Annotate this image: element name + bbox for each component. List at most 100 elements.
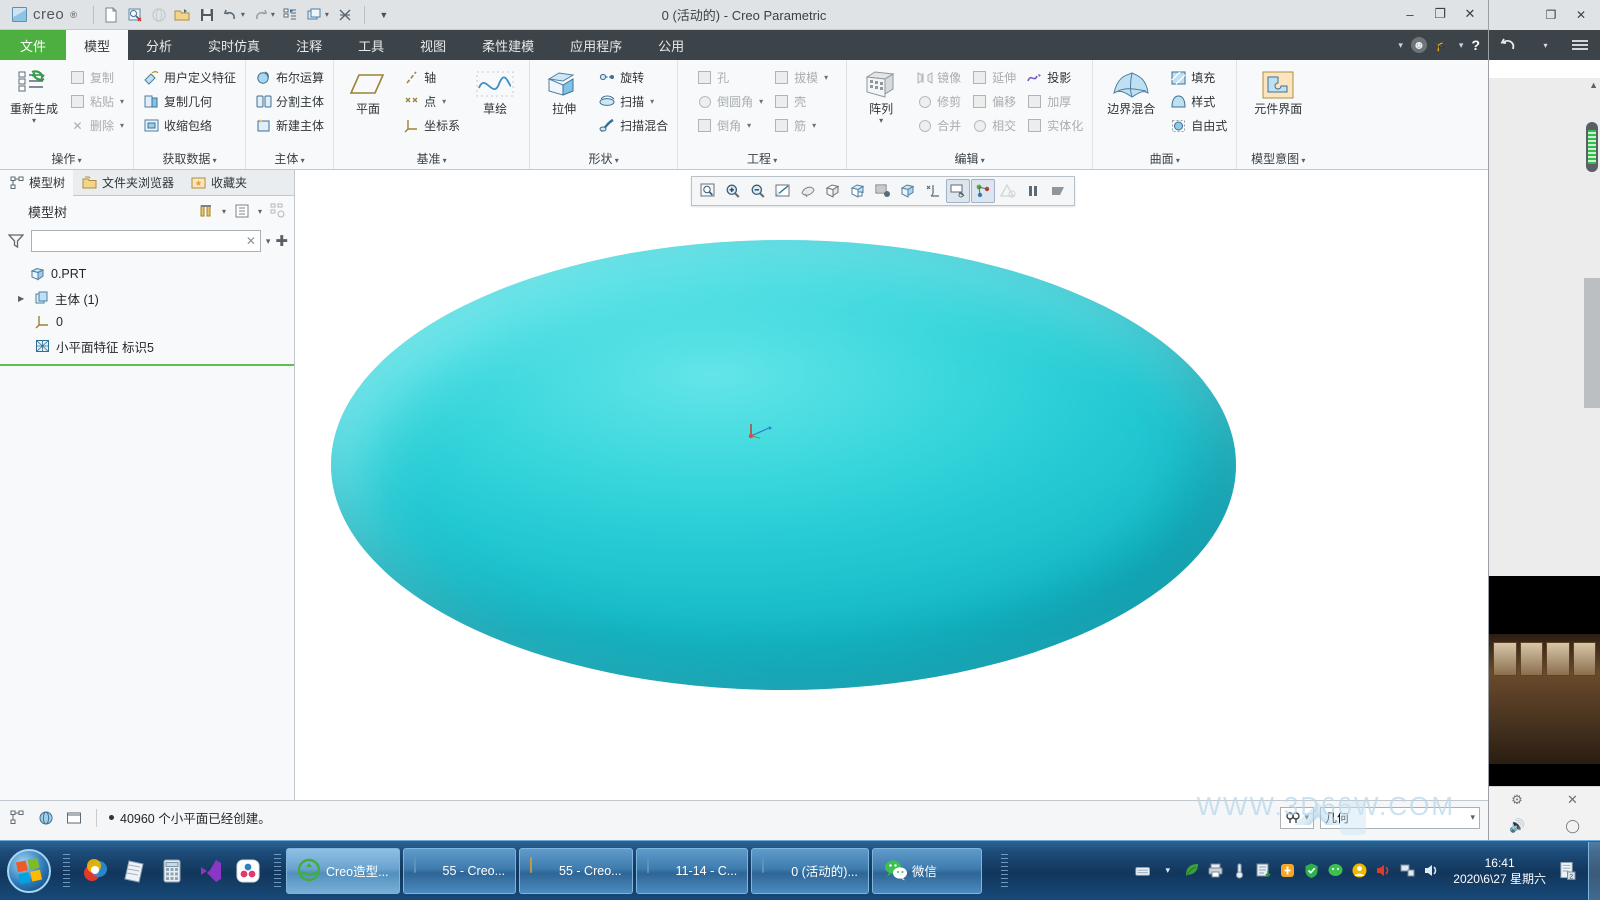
taskbar-grip-1[interactable] <box>63 853 70 888</box>
group-title-model-intent[interactable]: 模型意图 ▾ <box>1242 150 1314 169</box>
tree-item-facet-feature[interactable]: 小平面特征 标识5 <box>0 334 294 358</box>
graduation-icon[interactable]: 🎓 <box>1435 37 1451 53</box>
zoom-window-icon[interactable] <box>696 179 720 203</box>
swept-blend-button[interactable]: 扫描混合 <box>595 114 672 137</box>
circle-icon[interactable]: ◯ <box>1565 818 1580 834</box>
tab-annotate[interactable]: 注释 <box>278 30 340 60</box>
reorient-icon[interactable] <box>796 179 820 203</box>
taskbar-grip-2[interactable] <box>274 853 281 888</box>
ql-media-icon[interactable] <box>79 851 113 891</box>
facet-solid-model[interactable] <box>331 240 1236 690</box>
redo-caret-icon[interactable]: ▾ <box>271 10 275 19</box>
tray-ime-caret-icon[interactable]: ▾ <box>1159 862 1176 879</box>
model-tree-status-icon[interactable] <box>8 808 28 828</box>
tree-item-body[interactable]: ▶ 主体 (1) <box>0 286 294 310</box>
tab-view[interactable]: 视图 <box>402 30 464 60</box>
ql-visual-studio-icon[interactable] <box>193 851 227 891</box>
tab-simulation[interactable]: 实时仿真 <box>190 30 278 60</box>
back-caret-icon[interactable]: ▾ <box>1543 41 1547 50</box>
refit-icon[interactable] <box>771 179 795 203</box>
tray-shield-orange-icon[interactable] <box>1279 862 1296 879</box>
customize-qa-icon[interactable]: ▼ <box>373 4 395 26</box>
pattern-button[interactable]: 阵列 ▾ <box>852 66 910 125</box>
group-title-operations[interactable]: 操作 ▾ <box>5 150 128 169</box>
tree-item-csys[interactable]: 0 <box>0 310 294 334</box>
ql-calculator-icon[interactable] <box>155 851 189 891</box>
tray-thermometer-icon[interactable] <box>1231 862 1248 879</box>
project-button[interactable]: 投影 <box>1022 66 1087 89</box>
freestyle-button[interactable]: 自由式 <box>1166 114 1231 137</box>
window-icon[interactable] <box>304 4 326 26</box>
taskbtn-0-active[interactable]: 0 (活动的)... <box>751 847 869 894</box>
shrinkwrap-button[interactable]: 收缩包络 <box>139 114 240 137</box>
window-status-icon[interactable] <box>64 808 84 828</box>
group-title-shapes[interactable]: 形状 ▾ <box>535 150 672 169</box>
group-title-datum[interactable]: 基准 ▾ <box>339 150 524 169</box>
datum-axis-button[interactable]: 轴 <box>399 66 464 89</box>
add-filter-icon[interactable]: ✚ <box>275 232 288 250</box>
minimize-button[interactable]: – <box>1396 3 1424 25</box>
taskbtn-creo-modeling[interactable]: Creo造型... <box>286 847 400 894</box>
zoom-out-icon[interactable] <box>746 179 770 203</box>
maximize-button[interactable]: ❐ <box>1426 3 1454 25</box>
tab-model[interactable]: 模型 <box>66 30 129 60</box>
zoom-in-icon[interactable] <box>721 179 745 203</box>
tray-wechat-icon[interactable] <box>1327 862 1344 879</box>
graphics-window[interactable] <box>295 170 1488 800</box>
sketch-button[interactable]: 草绘 <box>466 66 524 116</box>
tree-filter-input[interactable] <box>36 234 246 248</box>
display-style-icon[interactable] <box>846 179 870 203</box>
taskbar-clock[interactable]: 16:41 2020\6\27 星期六 <box>1447 855 1552 887</box>
group-title-engineering[interactable]: 工程 ▾ <box>692 150 832 169</box>
geometry-filter-caret-icon[interactable]: ▾ <box>1470 812 1475 823</box>
coordinate-system-button[interactable]: 坐标系 <box>399 114 464 137</box>
filter-dropdown-icon[interactable]: ▾ <box>266 236 271 247</box>
volume-icon[interactable]: 🔊 <box>1509 818 1525 834</box>
window-caret-icon[interactable]: ▾ <box>325 10 329 19</box>
copy-geometry-button[interactable]: 复制几何 <box>139 90 240 113</box>
open-preview-icon[interactable] <box>124 4 146 26</box>
tab-common[interactable]: 公用 <box>640 30 702 60</box>
extrude-button[interactable]: 拉伸 <box>535 66 593 116</box>
regenerate-icon[interactable] <box>280 4 302 26</box>
tree-arrow-body[interactable]: ▶ <box>18 294 28 303</box>
nav-tab-folder-browser[interactable]: 文件夹浏览器 <box>73 170 182 195</box>
gear-icon[interactable]: ⚙ <box>1511 792 1523 808</box>
browser-status-icon[interactable] <box>36 808 56 828</box>
group-title-body[interactable]: 主体 ▾ <box>251 150 328 169</box>
tray-printer-icon[interactable] <box>1207 862 1224 879</box>
tree-item-part[interactable]: 0.PRT <box>0 262 294 286</box>
start-button[interactable] <box>0 842 58 900</box>
sweep-button[interactable]: 扫描 ▾ <box>595 90 672 113</box>
split-body-button[interactable]: 分割主体 <box>251 90 328 113</box>
bg-restore-icon[interactable]: ❐ <box>1538 5 1564 25</box>
taskbtn-55-creo-1[interactable]: 55 - Creo... <box>402 847 517 894</box>
tab-file[interactable]: 文件 <box>0 30 67 60</box>
tray-ime-icon[interactable] <box>1135 862 1152 879</box>
scroll-thumb[interactable] <box>1586 122 1598 172</box>
boolean-button[interactable]: 布尔运算 <box>251 66 328 89</box>
udf-button[interactable]: 用户定义特征 <box>139 66 240 89</box>
tree-filter-icon[interactable] <box>268 201 288 221</box>
tray-leaf-icon[interactable] <box>1183 862 1200 879</box>
taskbtn-11-14[interactable]: 11-14 - C... <box>635 847 749 894</box>
undo-icon[interactable] <box>220 4 242 26</box>
group-title-surfaces[interactable]: 曲面 ▾ <box>1098 150 1231 169</box>
new-body-button[interactable]: 新建主体 <box>251 114 328 137</box>
datum-plane-button[interactable]: 平面 <box>339 66 397 116</box>
nav-tab-favorites[interactable]: 收藏夹 <box>182 170 255 195</box>
pattern-caret-icon[interactable]: ▾ <box>879 116 883 125</box>
ql-atom-icon[interactable] <box>231 851 265 891</box>
tray-notes-icon[interactable]: 2 <box>1559 861 1576 880</box>
spin-center-icon[interactable] <box>971 179 995 203</box>
tab-flexible-modeling[interactable]: 柔性建模 <box>464 30 552 60</box>
help-icon[interactable]: ? <box>1471 37 1480 53</box>
group-title-get-data[interactable]: 获取数据 ▾ <box>139 150 240 169</box>
new-file-icon[interactable] <box>100 4 122 26</box>
close-button[interactable]: ✕ <box>1456 3 1484 25</box>
group-title-editing[interactable]: 编辑 ▾ <box>852 150 1087 169</box>
settings-caret-icon[interactable]: ▾ <box>258 207 262 216</box>
layers-icon[interactable] <box>871 179 895 203</box>
selection-filter-button[interactable]: ▾ <box>1280 806 1314 829</box>
bg-close-icon[interactable]: ✕ <box>1568 5 1594 25</box>
